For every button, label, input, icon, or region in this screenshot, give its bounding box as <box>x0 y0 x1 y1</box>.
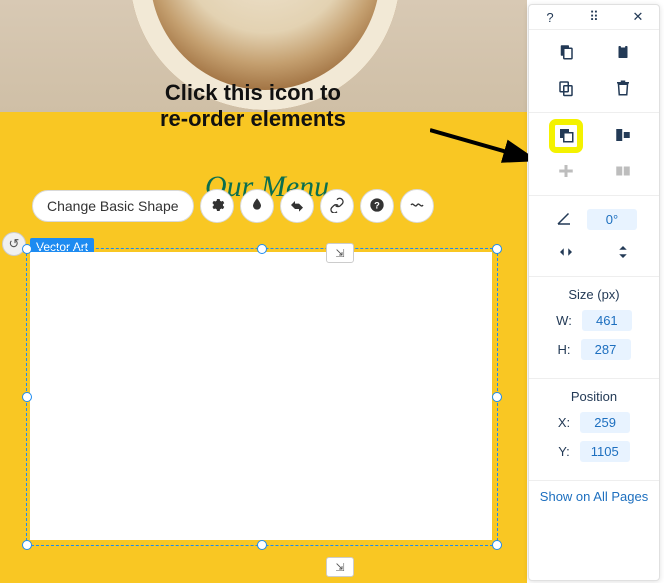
panel-close-button[interactable]: ✕ <box>625 4 651 30</box>
instruction-line2: re-order elements <box>160 106 346 131</box>
panel-drag-handle[interactable]: ⠿ <box>581 4 607 30</box>
resize-handle-w[interactable] <box>22 392 32 402</box>
change-shape-button[interactable]: Change Basic Shape <box>32 190 194 222</box>
y-label: Y: <box>558 444 570 459</box>
align-button[interactable] <box>610 123 636 149</box>
animation-button[interactable] <box>280 189 314 223</box>
duplicate-button[interactable] <box>553 76 579 102</box>
y-input[interactable]: 1105 <box>580 441 630 462</box>
position-title: Position <box>537 389 651 404</box>
flip-vertical-button[interactable] <box>610 240 636 266</box>
undo-icon: ↺ <box>9 236 20 252</box>
position-group: Position X: 259 Y: 1105 <box>529 379 659 481</box>
grip-icon: ⠿ <box>589 9 599 25</box>
question-icon: ? <box>369 197 385 216</box>
size-group: Size (px) W: 461 H: 287 <box>529 277 659 379</box>
animation-icon <box>289 197 305 216</box>
selection-outline <box>26 248 498 546</box>
link-icon <box>329 197 345 216</box>
angle-icon <box>555 209 573 230</box>
match-size-button[interactable] <box>610 159 636 185</box>
design-settings-button[interactable] <box>200 189 234 223</box>
resize-handle-sw[interactable] <box>22 540 32 550</box>
resize-handle-nw[interactable] <box>22 244 32 254</box>
rotation-group: 0° <box>529 196 659 277</box>
rotation-label <box>551 206 577 232</box>
resize-handle-ne[interactable] <box>492 244 502 254</box>
instruction-text: Click this icon to re-order elements <box>160 80 346 132</box>
clipboard-group <box>529 30 659 113</box>
change-shape-label: Change Basic Shape <box>47 198 179 214</box>
x-label: X: <box>558 415 570 430</box>
wave-icon <box>409 197 425 216</box>
x-input[interactable]: 259 <box>580 412 630 433</box>
stretch-handle-bottom[interactable]: ⇲ <box>326 557 354 577</box>
gear-icon <box>209 197 225 216</box>
distribute-h-icon <box>557 162 575 183</box>
close-icon: ✕ <box>633 9 644 25</box>
resize-handle-e[interactable] <box>492 392 502 402</box>
stretch-button[interactable] <box>400 189 434 223</box>
trash-icon <box>614 79 632 100</box>
stretch-icon: ⇲ <box>335 561 344 574</box>
arrange-group <box>529 113 659 196</box>
duplicate-icon <box>557 79 575 100</box>
flip-horizontal-button[interactable] <box>553 240 579 266</box>
rotation-value[interactable]: 0° <box>587 209 637 230</box>
layers-icon <box>557 126 575 147</box>
width-label: W: <box>556 313 572 328</box>
resize-handle-s[interactable] <box>257 540 267 550</box>
align-icon <box>614 126 632 147</box>
distribute-horizontal-button[interactable] <box>553 159 579 185</box>
height-input[interactable]: 287 <box>581 339 631 360</box>
properties-panel: ? ⠿ ✕ 0° Size (px <box>528 4 660 581</box>
width-input[interactable]: 461 <box>582 310 632 331</box>
size-title: Size (px) <box>537 287 651 302</box>
panel-header: ? ⠿ ✕ <box>529 5 659 30</box>
flip-v-icon <box>614 243 632 264</box>
question-icon: ? <box>546 10 553 25</box>
copy-button[interactable] <box>553 40 579 66</box>
instruction-line1: Click this icon to <box>165 80 341 105</box>
resize-handle-se[interactable] <box>492 540 502 550</box>
paste-icon <box>614 43 632 64</box>
resize-handle-n[interactable] <box>257 244 267 254</box>
match-size-icon <box>614 162 632 183</box>
panel-help-button[interactable]: ? <box>537 4 563 30</box>
show-on-all-pages-link[interactable]: Show on All Pages <box>529 481 659 513</box>
flip-h-icon <box>557 243 575 264</box>
editor-canvas[interactable]: Click this icon to re-order elements Our… <box>0 0 527 583</box>
fill-color-button[interactable] <box>240 189 274 223</box>
help-button[interactable]: ? <box>360 189 394 223</box>
stretch-handle-top[interactable]: ⇲ <box>326 243 354 263</box>
height-label: H: <box>558 342 571 357</box>
svg-text:?: ? <box>374 200 380 210</box>
copy-icon <box>557 43 575 64</box>
element-toolbar: Change Basic Shape ? <box>32 190 434 222</box>
arrange-layers-button[interactable] <box>553 123 579 149</box>
paste-button[interactable] <box>610 40 636 66</box>
stretch-icon: ⇲ <box>335 247 344 260</box>
delete-button[interactable] <box>610 76 636 102</box>
paint-drop-icon <box>249 197 265 216</box>
link-button[interactable] <box>320 189 354 223</box>
